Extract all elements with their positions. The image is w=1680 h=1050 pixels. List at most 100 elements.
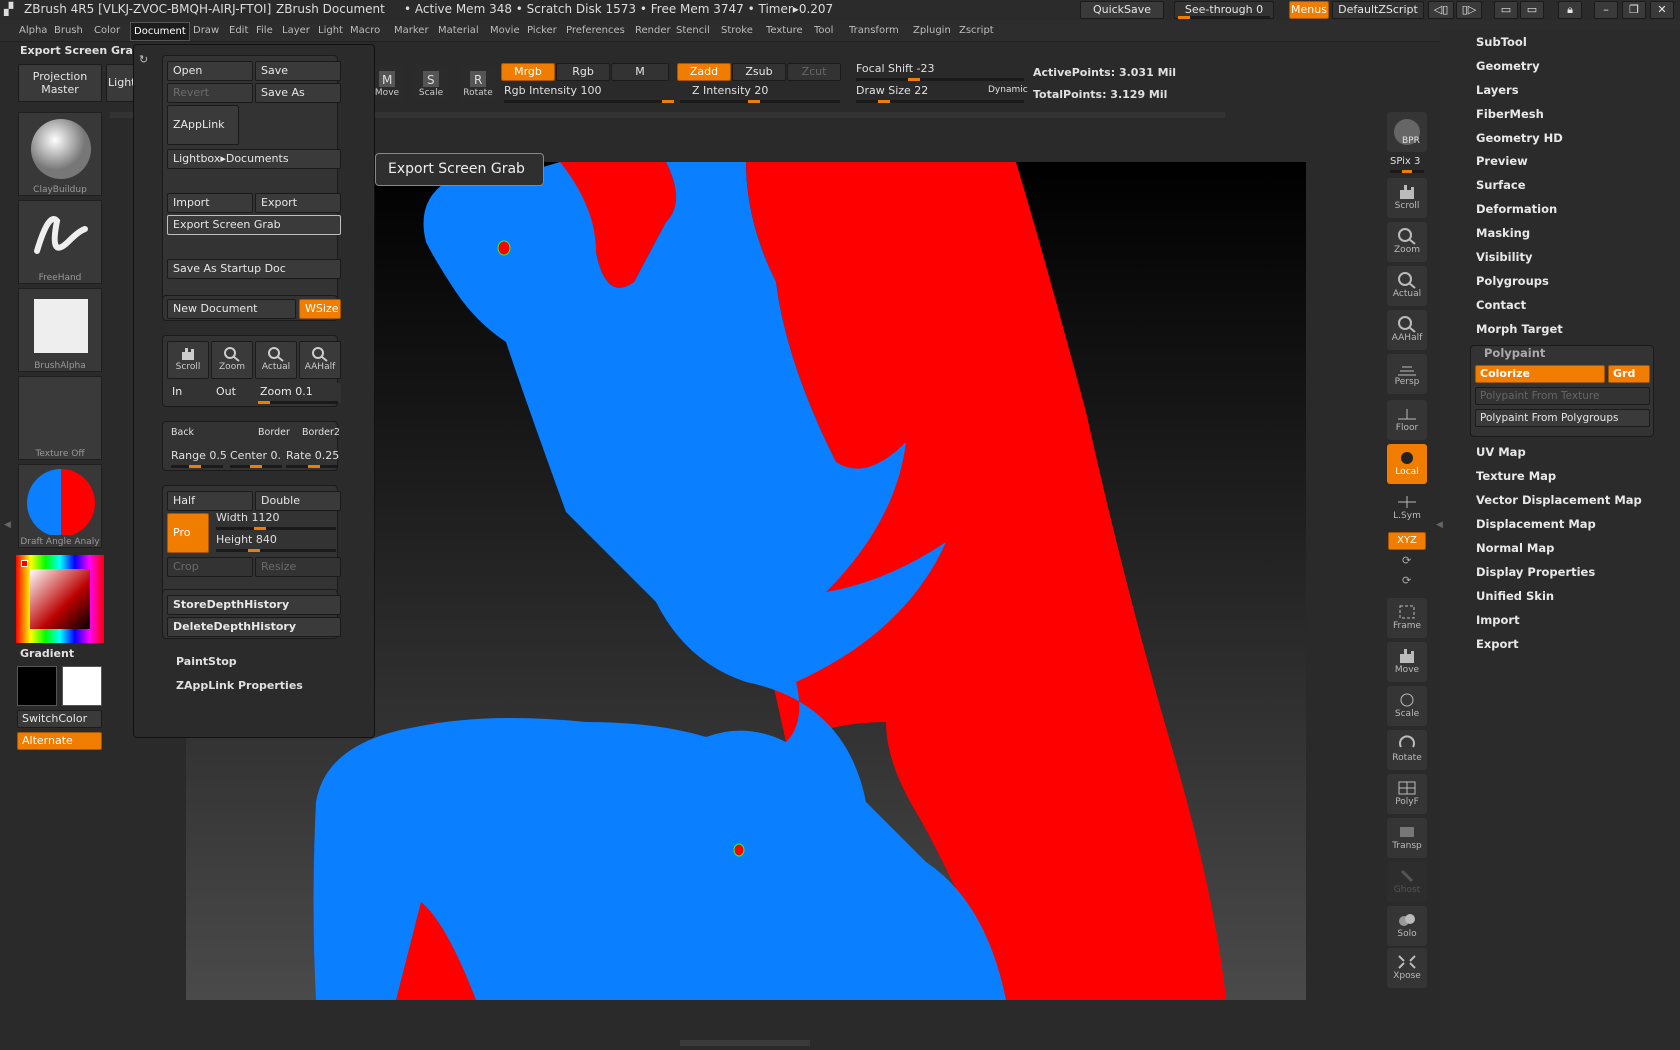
crop-button[interactable]: Crop: [167, 557, 253, 577]
zapplink-button[interactable]: ZAppLink: [167, 105, 239, 145]
lock-icon[interactable]: 🔒︎: [1558, 1, 1582, 19]
export-button[interactable]: Export: [255, 193, 341, 213]
store-depth-history-button[interactable]: StoreDepthHistory: [167, 595, 341, 615]
revert-button[interactable]: Revert: [167, 83, 253, 103]
zsub-button[interactable]: Zsub: [732, 63, 786, 81]
save-button[interactable]: Save: [255, 61, 341, 81]
zoom-view-button[interactable]: Zoom: [1387, 222, 1427, 262]
delete-depth-history-button[interactable]: DeleteDepthHistory: [167, 617, 341, 637]
menu-file[interactable]: File: [256, 25, 273, 36]
tray-item-masking[interactable]: Masking: [1476, 226, 1530, 240]
width-slider[interactable]: Width 1120: [216, 511, 279, 524]
menu-stencil[interactable]: Stencil: [676, 25, 710, 36]
restore-icon[interactable]: ❐: [1622, 1, 1646, 19]
tray-item-vector-displacement-map[interactable]: Vector Displacement Map: [1476, 493, 1642, 507]
alternate-button[interactable]: Alternate: [17, 732, 102, 750]
close-icon[interactable]: ✕: [1650, 1, 1674, 19]
double-button[interactable]: Double: [255, 491, 341, 511]
tray-item-layers[interactable]: Layers: [1476, 83, 1519, 97]
menu-picker[interactable]: Picker: [527, 25, 557, 36]
scroll-view-button[interactable]: Scroll: [1387, 178, 1427, 218]
zoom-button[interactable]: Zoom: [211, 341, 253, 379]
aahalf-button[interactable]: AAHalf: [299, 341, 341, 379]
xyz-symmetry-button[interactable]: XYZ: [1388, 532, 1426, 550]
menu-zplugin[interactable]: Zplugin: [913, 25, 951, 36]
transp-button[interactable]: Transp: [1387, 818, 1427, 858]
save-as-startup-doc-button[interactable]: Save As Startup Doc: [167, 259, 341, 279]
rgb-button[interactable]: Rgb: [556, 63, 610, 81]
menu-zscript[interactable]: Zscript: [959, 25, 994, 36]
focal-shift-slider[interactable]: [856, 78, 1024, 81]
projection-master-button[interactable]: Projection Master: [18, 64, 102, 102]
resize-button[interactable]: Resize: [255, 557, 341, 577]
tray-item-surface[interactable]: Surface: [1476, 178, 1526, 192]
tray-item-visibility[interactable]: Visibility: [1476, 250, 1532, 264]
center-slider[interactable]: Center 0.: [230, 449, 288, 462]
z-intensity-slider[interactable]: [680, 100, 840, 103]
menu-movie[interactable]: Movie: [490, 25, 520, 36]
minimize-icon[interactable]: –: [1594, 1, 1618, 19]
left-tray-arrow-icon[interactable]: ◀: [4, 520, 11, 530]
new-document-button[interactable]: New Document: [167, 299, 296, 319]
menu-macro[interactable]: Macro: [350, 25, 380, 36]
menus-button[interactable]: Menus: [1289, 1, 1329, 19]
move-view-button[interactable]: Move: [1387, 642, 1427, 682]
tray-item-export[interactable]: Export: [1476, 637, 1519, 651]
polypaint-from-polygroups-button[interactable]: Polypaint From Polygroups: [1475, 409, 1650, 427]
actual-view-button[interactable]: Actual: [1387, 266, 1427, 306]
texture-thumbnail[interactable]: Texture Off: [18, 376, 102, 460]
half-button[interactable]: Half: [167, 491, 253, 511]
spix-slider[interactable]: SPix 3: [1390, 156, 1420, 167]
default-zscript-button[interactable]: DefaultZScript: [1332, 1, 1424, 19]
border-color-button[interactable]: Border: [258, 427, 290, 438]
export-screen-grab-button[interactable]: Export Screen Grab: [167, 215, 341, 235]
layout-prev-icon[interactable]: ◁▯: [1428, 1, 1454, 19]
menu-alpha[interactable]: Alpha: [19, 25, 47, 36]
tray-item-polypaint[interactable]: Polypaint: [1484, 346, 1545, 360]
menu-draw[interactable]: Draw: [193, 25, 219, 36]
rate-slider[interactable]: Rate 0.25: [286, 449, 342, 462]
tray-item-morph-target[interactable]: Morph Target: [1476, 322, 1563, 336]
menu-marker[interactable]: Marker: [394, 25, 429, 36]
polyf-button[interactable]: PolyF: [1387, 774, 1427, 814]
scroll-button[interactable]: Scroll: [167, 341, 209, 379]
scale-view-button[interactable]: Scale: [1387, 686, 1427, 726]
stroke-freehand-thumbnail[interactable]: FreeHand: [18, 200, 102, 284]
back-color-button[interactable]: Back: [171, 427, 194, 438]
tray-item-contact[interactable]: Contact: [1476, 298, 1526, 312]
draw-size-slider[interactable]: [856, 100, 1024, 103]
brush-alpha-thumbnail[interactable]: BrushAlpha: [18, 288, 102, 372]
tray-item-subtool[interactable]: SubTool: [1476, 35, 1527, 49]
rgb-intensity-slider[interactable]: [504, 100, 674, 103]
zoom-in-button[interactable]: In: [167, 383, 209, 403]
material-thumbnail[interactable]: Draft Angle Analy: [18, 464, 102, 548]
secondary-color-box[interactable]: [62, 666, 102, 706]
tray-item-polygroups[interactable]: Polygroups: [1476, 274, 1549, 288]
switch-color-button[interactable]: SwitchColor: [17, 710, 102, 728]
zapplink-properties-item[interactable]: ZAppLink Properties: [176, 679, 303, 692]
tray-item-unified-skin[interactable]: Unified Skin: [1476, 589, 1554, 603]
scale-button[interactable]: S Scale: [414, 66, 448, 100]
tray-item-geometry-hd[interactable]: Geometry HD: [1476, 131, 1563, 145]
save-as-button[interactable]: Save As: [255, 83, 341, 103]
lightbox-documents-button[interactable]: Lightbox▸Documents: [167, 149, 341, 169]
import-button[interactable]: Import: [167, 193, 253, 213]
rotate-view-button[interactable]: Rotate: [1387, 730, 1427, 770]
tray-item-preview[interactable]: Preview: [1476, 154, 1528, 168]
color-picker[interactable]: [16, 555, 104, 643]
menu-document[interactable]: Document: [130, 22, 190, 41]
aahalf-view-button[interactable]: AAHalf: [1387, 310, 1427, 350]
brush-clay-thumbnail[interactable]: ClayBuildup: [18, 112, 102, 196]
menu-preferences[interactable]: Preferences: [566, 25, 625, 36]
menu-transform[interactable]: Transform: [849, 25, 899, 36]
rotate-y-icon[interactable]: ⟳: [1402, 554, 1411, 567]
pro-button[interactable]: Pro: [167, 513, 209, 553]
tray-item-normal-map[interactable]: Normal Map: [1476, 541, 1554, 555]
tray-item-uv-map[interactable]: UV Map: [1476, 445, 1526, 459]
grd-button[interactable]: Grd: [1608, 365, 1650, 383]
menu-edit[interactable]: Edit: [229, 25, 248, 36]
lsym-button[interactable]: L.Sym: [1387, 488, 1427, 528]
tray-item-display-properties[interactable]: Display Properties: [1476, 565, 1595, 579]
menu-layer[interactable]: Layer: [282, 25, 310, 36]
tray-item-import[interactable]: Import: [1476, 613, 1520, 627]
